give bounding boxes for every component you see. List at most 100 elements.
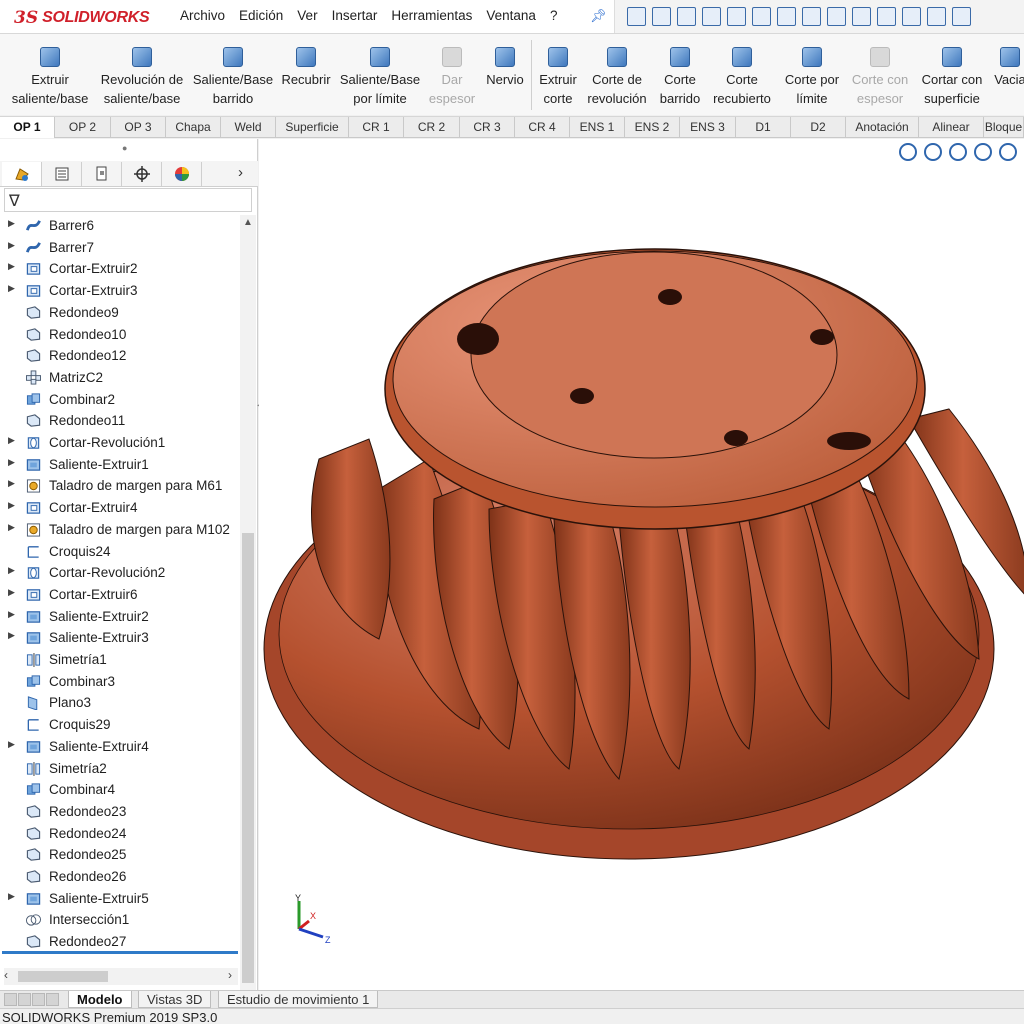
command-button-7[interactable]: Extruir corte [535,34,581,115]
open-icon[interactable] [677,7,696,26]
expand-arrow-icon[interactable]: ▶ [8,891,15,902]
feature-tree-item[interactable]: Redondeo12 [0,345,238,367]
feature-tree-item[interactable]: ▶ Taladro de margen para M102 [0,519,238,541]
scroll-left-icon[interactable]: ‹ [4,968,8,982]
previous-tab-icon[interactable] [18,993,31,1006]
tree-horizontal-scrollbar[interactable]: ‹ › [4,968,238,985]
command-tab[interactable]: ENS 2 [625,117,680,138]
scroll-right-icon[interactable]: › [228,968,232,982]
command-tab[interactable]: OP 2 [55,117,111,138]
feature-tree-item[interactable]: ▶ Cortar-Extruir4 [0,497,238,519]
menu-archivo[interactable]: Archivo [180,8,225,23]
tab-display-manager[interactable] [162,162,202,186]
save-icon[interactable] [752,7,771,26]
feature-tree-item[interactable]: ▶ Cortar-Revolución1 [0,432,238,454]
feature-tree-item[interactable]: ▶ Cortar-Revolución2 [0,562,238,584]
feature-tree-item[interactable]: Croquis24 [0,541,238,563]
solidworks-logo[interactable]: 3S SOLIDWORKS [14,7,150,29]
tab-property-manager[interactable] [42,162,82,186]
expand-arrow-icon[interactable]: ▶ [8,478,15,489]
feature-tree-item[interactable]: ▶ Saliente-Extruir2 [0,606,238,628]
next-tab-icon[interactable] [32,993,45,1006]
view-icon[interactable] [827,7,846,26]
command-tab[interactable]: CR 4 [515,117,570,138]
expand-arrow-icon[interactable]: ▶ [8,630,15,641]
feature-tree-item[interactable]: Redondeo23 [0,801,238,823]
feature-tree-item[interactable]: Simetría2 [0,758,238,780]
expand-arrow-icon[interactable]: ▶ [8,587,15,598]
command-button-6[interactable]: Nervio [482,34,528,115]
scrollbar-thumb[interactable] [242,533,254,983]
command-tab[interactable]: CR 1 [349,117,404,138]
expand-arrow-icon[interactable]: ▶ [8,435,15,446]
command-button-2[interactable]: Saliente/Base barrido [190,34,276,115]
rebuild-icon[interactable] [702,7,721,26]
feature-tree-item[interactable]: Combinar4 [0,779,238,801]
menu-ver[interactable]: Ver [297,8,317,23]
feature-tree-item[interactable]: Plano3 [0,692,238,714]
command-button-9[interactable]: Corte barrido [655,34,705,115]
feature-tree-item[interactable]: Redondeo25 [0,844,238,866]
command-tab[interactable]: CR 2 [404,117,460,138]
command-tab[interactable]: Superficie [276,117,349,138]
command-button-4[interactable]: Saliente/Base por límite [338,34,422,115]
command-button-5[interactable]: Dar espesor [425,34,479,115]
expand-arrow-icon[interactable]: ▶ [8,457,15,468]
feature-tree-item[interactable]: ▶ Saliente-Extruir4 [0,736,238,758]
feature-tree-item[interactable]: Redondeo26 [0,866,238,888]
feature-tree-item[interactable]: ▶ Saliente-Extruir5 [0,888,238,910]
command-tab[interactable]: Chapa [166,117,221,138]
expand-arrow-icon[interactable]: ▶ [8,283,15,294]
tab-configuration-manager[interactable] [82,162,122,186]
scrollbar-thumb[interactable] [18,971,108,982]
command-button-0[interactable]: Extruir saliente/base [8,34,92,115]
expand-arrow-icon[interactable]: ▶ [8,500,15,511]
first-tab-icon[interactable] [4,993,17,1006]
feature-tree-item[interactable]: Redondeo11 [0,410,238,432]
panel-grip-icon[interactable]: ● [122,143,127,153]
command-tab[interactable]: OP 1 [0,117,55,138]
undo-icon[interactable] [952,7,971,26]
tab-modelo[interactable]: Modelo [68,991,132,1008]
feature-tree-item[interactable]: Combinar3 [0,671,238,693]
expand-arrow-icon[interactable]: ▶ [8,739,15,750]
menu-insertar[interactable]: Insertar [332,8,378,23]
grid-icon[interactable] [802,7,821,26]
document-icon[interactable] [877,7,896,26]
command-button-8[interactable]: Corte de revolución [584,34,650,115]
customize-icon[interactable] [777,7,796,26]
command-tab[interactable]: Alinear [919,117,984,138]
menu-help[interactable]: ? [550,8,558,23]
chevron-right-icon[interactable]: › [238,164,243,181]
tab-estudio-movimiento[interactable]: Estudio de movimiento 1 [218,991,379,1008]
command-tab[interactable]: Bloque [984,117,1024,138]
home-icon[interactable] [627,7,646,26]
save-as-icon[interactable] [902,7,921,26]
command-button-1[interactable]: Revolución de saliente/base [97,34,187,115]
command-tab[interactable]: ENS 1 [570,117,625,138]
command-tab[interactable]: CR 3 [460,117,515,138]
print-preview-icon[interactable] [852,7,871,26]
command-button-11[interactable]: Corte por límite [779,34,845,115]
feature-tree-item[interactable]: ▶ Cortar-Extruir6 [0,584,238,606]
feature-tree-item[interactable]: Intersección1 [0,909,238,931]
command-button-10[interactable]: Corte recubierto [710,34,774,115]
tab-vistas-3d[interactable]: Vistas 3D [138,991,212,1008]
new-document-icon[interactable] [652,7,671,26]
last-tab-icon[interactable] [46,993,59,1006]
feature-filter-field[interactable]: ∇ [4,188,252,212]
expand-arrow-icon[interactable]: ▶ [8,522,15,533]
feature-tree-item[interactable]: ▶ Taladro de margen para M61 [0,475,238,497]
command-tab[interactable]: D1 [736,117,791,138]
command-button-3[interactable]: Recubrir [279,34,333,115]
expand-arrow-icon[interactable]: ▶ [8,565,15,576]
rollback-bar[interactable] [2,951,238,954]
command-button-13[interactable]: Cortar con superficie [917,34,987,115]
expand-arrow-icon[interactable]: ▶ [8,261,15,272]
print-icon[interactable] [927,7,946,26]
options-icon[interactable] [727,7,746,26]
feature-tree-item[interactable]: ▶ Saliente-Extruir1 [0,454,238,476]
feature-tree-item[interactable]: ▶ Cortar-Extruir3 [0,280,238,302]
graphics-area[interactable]: Y X Z [259,139,1024,990]
expand-arrow-icon[interactable]: ▶ [8,218,15,229]
